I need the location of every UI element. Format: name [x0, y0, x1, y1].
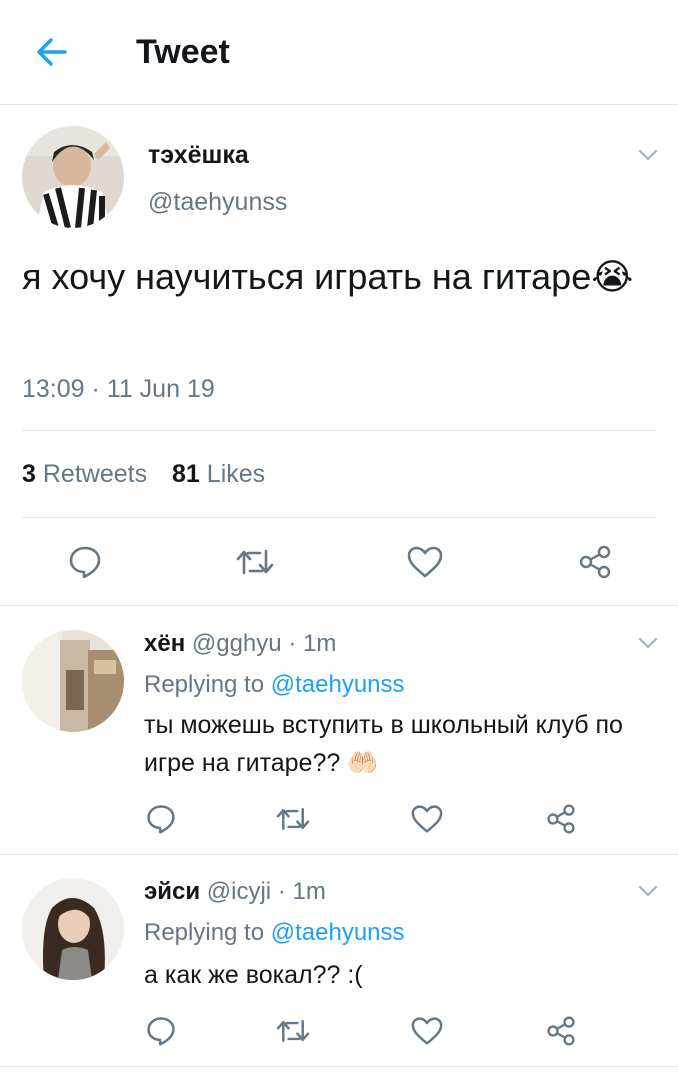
- reply-icon: [147, 1017, 175, 1046]
- avatar[interactable]: [22, 878, 124, 980]
- author-handle[interactable]: @taehyunss: [148, 186, 287, 218]
- avatar[interactable]: [22, 126, 124, 228]
- like-button[interactable]: [402, 1009, 452, 1053]
- header-divider: [0, 104, 678, 105]
- reply-author-handle[interactable]: @gghyu: [192, 630, 282, 657]
- share-button[interactable]: [536, 1009, 586, 1053]
- share-icon: [547, 804, 575, 834]
- replying-to-link[interactable]: @taehyunss: [271, 671, 405, 698]
- reply-button[interactable]: [136, 1009, 186, 1053]
- reply-menu-button[interactable]: [636, 882, 660, 900]
- reply-text: ты можешь вступить в школьный клуб по иг…: [144, 706, 624, 782]
- retweet-icon: [276, 808, 310, 830]
- reply-time: 1m: [292, 878, 326, 905]
- likes-label: Likes: [206, 460, 266, 488]
- reply-text: а как же вокал?? :(: [144, 961, 363, 989]
- replying-prefix: Replying to: [144, 919, 265, 946]
- reply-text-body: ты можешь вступить в школьный клуб по иг…: [144, 711, 623, 777]
- tweet-stats: 3 Retweets 81 Likes: [22, 456, 283, 492]
- retweets-stat[interactable]: 3 Retweets: [22, 460, 147, 488]
- share-icon: [579, 545, 611, 579]
- heart-icon: [407, 546, 443, 578]
- reply-header: эйси @icyji · 1m: [144, 876, 326, 908]
- chevron-down-icon: [638, 149, 658, 161]
- share-button[interactable]: [536, 797, 586, 841]
- heart-icon: [411, 805, 443, 833]
- retweet-icon: [276, 1020, 310, 1042]
- likes-stat[interactable]: 81 Likes: [172, 460, 265, 488]
- tweet-text: я хочу научиться играть на гитаре😭: [22, 252, 642, 302]
- stats-divider-top: [22, 430, 656, 431]
- avatar[interactable]: [22, 630, 124, 732]
- retweet-icon: [236, 549, 274, 575]
- tweet-menu-button[interactable]: [636, 146, 660, 164]
- heart-icon: [411, 1017, 443, 1045]
- reply-author-name[interactable]: хён: [144, 630, 185, 657]
- reply-icon: [147, 805, 175, 834]
- stats-divider-bottom: [22, 517, 656, 518]
- like-button[interactable]: [400, 540, 450, 584]
- page-title: Tweet: [136, 33, 230, 71]
- replying-to-link[interactable]: @taehyunss: [271, 919, 405, 946]
- reply-author-handle[interactable]: @icyji: [207, 878, 271, 905]
- like-button[interactable]: [402, 797, 452, 841]
- tweet-text-body: я хочу научиться играть на гитаре: [22, 256, 592, 297]
- replying-to: Replying to @taehyunss: [144, 917, 405, 949]
- retweet-button[interactable]: [230, 540, 280, 584]
- retweet-button[interactable]: [268, 797, 318, 841]
- reply-button[interactable]: [136, 797, 186, 841]
- reply-icon: [69, 546, 101, 579]
- back-button[interactable]: [28, 30, 76, 74]
- hands-emoji: 🤲🏻: [347, 749, 379, 777]
- chevron-down-icon: [638, 637, 658, 649]
- reply-divider: [0, 854, 678, 855]
- reply-time: 1m: [302, 630, 337, 657]
- arrow-left-icon: [37, 38, 67, 66]
- replying-to: Replying to @taehyunss: [144, 669, 405, 701]
- tweet-divider: [0, 605, 678, 606]
- crying-emoji: 😭: [591, 256, 634, 297]
- dot-separator: ·: [288, 630, 297, 657]
- reply-header: хён @gghyu · 1m: [144, 628, 336, 660]
- share-icon: [547, 1016, 575, 1046]
- retweet-count: 3: [22, 460, 36, 488]
- like-count: 81: [172, 460, 200, 488]
- replying-prefix: Replying to: [144, 671, 265, 698]
- reply-author-name[interactable]: эйси: [144, 878, 200, 905]
- author-name[interactable]: тэхёшка: [148, 140, 249, 170]
- dot-separator: ·: [277, 878, 286, 905]
- tweet-timestamp: 13:09 · 11 Jun 19: [22, 375, 215, 403]
- reply-button[interactable]: [60, 540, 110, 584]
- retweets-label: Retweets: [42, 460, 148, 488]
- retweet-button[interactable]: [268, 1009, 318, 1053]
- reply-menu-button[interactable]: [636, 634, 660, 652]
- chevron-down-icon: [638, 885, 658, 897]
- reply-divider: [0, 1066, 678, 1067]
- share-button[interactable]: [570, 540, 620, 584]
